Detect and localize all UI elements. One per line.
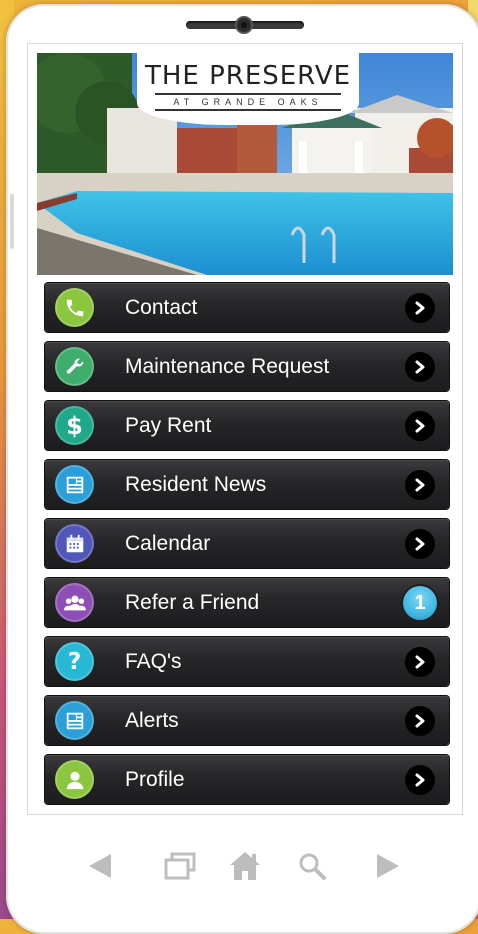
menu-label: Contact xyxy=(125,296,198,319)
chevron-right-icon xyxy=(405,765,435,795)
menu-label: Alerts xyxy=(125,709,179,732)
chevron-right-icon xyxy=(405,529,435,559)
bottom-navbar xyxy=(80,846,410,886)
search-icon[interactable] xyxy=(292,846,332,886)
calendar-icon xyxy=(55,524,94,563)
forward-arrow-icon[interactable] xyxy=(368,846,408,886)
hero-image: THE PRESERVE AT GRANDE OAKS xyxy=(37,53,453,275)
menu-item-resident-news[interactable]: Resident News xyxy=(45,460,449,509)
menu-item-faqs[interactable]: ? FAQ's xyxy=(45,637,449,686)
menu-item-refer-a-friend[interactable]: Refer a Friend 1 xyxy=(45,578,449,627)
logo-title: THE PRESERVE xyxy=(144,61,352,91)
chevron-right-icon xyxy=(405,293,435,323)
logo-subtitle: AT GRANDE OAKS xyxy=(173,97,323,107)
chevron-right-icon xyxy=(405,647,435,677)
chevron-right-icon xyxy=(405,470,435,500)
main-menu: Contact Maintenance Request $ Pay Rent R… xyxy=(45,283,449,814)
menu-label: Refer a Friend xyxy=(125,591,260,614)
menu-label: FAQ's xyxy=(125,650,182,673)
question-icon: ? xyxy=(55,642,94,681)
chevron-right-icon xyxy=(405,411,435,441)
wrench-icon xyxy=(55,347,94,386)
dollar-icon: $ xyxy=(55,406,94,445)
menu-item-contact[interactable]: Contact xyxy=(45,283,449,332)
home-icon[interactable] xyxy=(225,846,265,886)
logo-rule xyxy=(155,93,341,95)
newspaper-icon xyxy=(55,465,94,504)
user-icon xyxy=(55,760,94,799)
chevron-right-icon xyxy=(405,352,435,382)
menu-item-profile[interactable]: Profile xyxy=(45,755,449,804)
menu-item-pay-rent[interactable]: $ Pay Rent xyxy=(45,401,449,450)
brand-logo: THE PRESERVE AT GRANDE OAKS xyxy=(137,53,359,125)
windows-icon[interactable] xyxy=(160,846,200,886)
chevron-right-icon xyxy=(405,706,435,736)
logo-rule-bottom xyxy=(155,109,341,111)
group-icon xyxy=(55,583,94,622)
app-screen: THE PRESERVE AT GRANDE OAKS Contact Main… xyxy=(28,44,462,814)
menu-label: Maintenance Request xyxy=(125,355,330,378)
menu-label: Resident News xyxy=(125,473,267,496)
menu-label: Calendar xyxy=(125,532,211,555)
menu-item-alerts[interactable]: Alerts xyxy=(45,696,449,745)
menu-item-maintenance-request[interactable]: Maintenance Request xyxy=(45,342,449,391)
menu-label: Pay Rent xyxy=(125,414,212,437)
notification-badge: 1 xyxy=(403,586,437,620)
newspaper-icon xyxy=(55,701,94,740)
back-arrow-icon[interactable] xyxy=(80,846,120,886)
menu-item-calendar[interactable]: Calendar xyxy=(45,519,449,568)
phone-camera xyxy=(235,16,253,34)
phone-icon xyxy=(55,288,94,327)
menu-label: Profile xyxy=(125,768,185,791)
side-button xyxy=(10,194,14,249)
